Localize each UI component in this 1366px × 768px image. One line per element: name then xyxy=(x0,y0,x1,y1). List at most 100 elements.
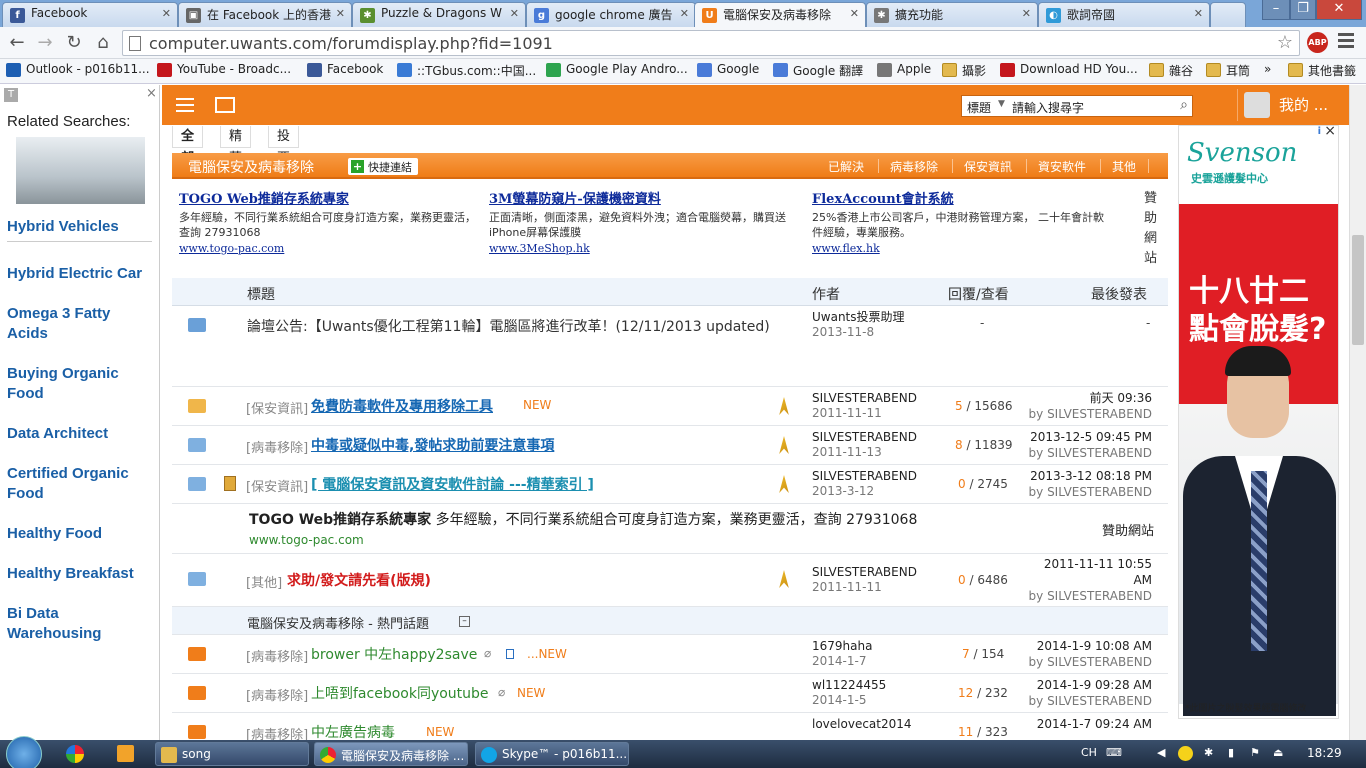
related-link-certified-organic[interactable]: Certified Organic Food xyxy=(7,464,152,504)
sponsor-title[interactable]: 3M螢幕防窺片-保護機密資料 xyxy=(489,188,789,207)
tab-facebook[interactable]: f Facebook ✕ xyxy=(2,2,178,27)
usb-icon[interactable]: ⏏ xyxy=(1273,746,1283,759)
thread-category[interactable]: [病毒移除] xyxy=(246,646,308,665)
my-account-link[interactable]: 我的 ... xyxy=(1279,94,1328,115)
thread-category[interactable]: [病毒移除] xyxy=(246,685,308,704)
search-icon[interactable]: ⌕ xyxy=(1180,97,1188,113)
close-tab-icon[interactable]: ✕ xyxy=(336,7,345,20)
quick-link-button[interactable]: + 快捷連結 xyxy=(348,158,418,175)
search-input[interactable]: 請輸入搜尋字 xyxy=(1012,99,1084,116)
restore-button[interactable]: ❐ xyxy=(1290,0,1316,20)
chrome-menu-icon[interactable] xyxy=(1338,33,1354,51)
thread-title[interactable]: 中左廣告病毒 xyxy=(311,722,395,740)
bookmarks-overflow-button[interactable]: » xyxy=(1246,62,1271,76)
related-link-hybrid-electric-car[interactable]: Hybrid Electric Car xyxy=(7,264,152,284)
thread-row[interactable]: [病毒移除] brower 中左happy2save ⌀ ...NEW 1679… xyxy=(172,635,1168,674)
inline-ad-url[interactable]: www.togo-pac.com xyxy=(249,533,364,547)
taskbar-item-song[interactable]: song xyxy=(155,742,309,766)
tab-puzzle-dragons[interactable]: ✱ Puzzle & Dragons W ✕ xyxy=(352,2,526,27)
network-icon[interactable]: ▮ xyxy=(1228,746,1234,759)
car-thumbnail[interactable] xyxy=(16,137,145,204)
new-tab-button[interactable] xyxy=(1210,2,1246,27)
adblock-icon[interactable]: ABP xyxy=(1307,32,1328,53)
tab-extensions[interactable]: ✱ 擴充功能 ✕ xyxy=(866,2,1038,27)
close-tab-icon[interactable]: ✕ xyxy=(1194,7,1203,20)
bookmark-google-translate[interactable]: Google 翻譯 xyxy=(773,62,863,79)
inline-sponsor-row[interactable]: TOGO Web推銷存系統專家 多年經驗，不同行業系統組合可度身訂造方案，業務更… xyxy=(172,504,1168,554)
bookmark-other-folder[interactable]: 其他書籤 xyxy=(1288,62,1356,79)
site-search-box[interactable]: 標題 ▼ 請輸入搜尋字 ⌕ xyxy=(961,95,1193,117)
subforum-solved[interactable]: 已解決 xyxy=(828,158,864,175)
related-link-hybrid-vehicles[interactable]: Hybrid Vehicles xyxy=(7,217,152,237)
sponsor-url[interactable]: www.togo-pac.com xyxy=(179,242,479,255)
close-tab-icon[interactable]: ✕ xyxy=(510,7,519,20)
inline-ad-title[interactable]: TOGO Web推銷存系統專家 多年經驗，不同行業系統組合可度身訂造方案，業務更… xyxy=(249,509,917,529)
tab-uwants-active[interactable]: U 電腦保安及病毒移除 ✕ xyxy=(694,2,866,27)
scrollbar-thumb[interactable] xyxy=(1352,235,1364,345)
close-tab-icon[interactable]: ✕ xyxy=(850,7,859,20)
tab-lyrics[interactable]: ◐ 歌詞帝國 ✕ xyxy=(1038,2,1210,27)
thread-row[interactable]: [病毒移除] 中毒或疑似中毒,發帖求助前要注意事項 SILVESTERABEND… xyxy=(172,426,1168,465)
home-icon[interactable]: ⌂ xyxy=(92,32,114,54)
bookmark-youtube[interactable]: YouTube - Broadc... xyxy=(157,62,291,77)
close-window-button[interactable]: ✕ xyxy=(1316,0,1362,20)
chrome-icon[interactable] xyxy=(66,745,84,763)
close-ad-icon[interactable]: × xyxy=(1324,126,1336,139)
related-link-omega3[interactable]: Omega 3 Fatty Acids xyxy=(7,304,152,344)
bookmark-google-play[interactable]: Google Play Andro... xyxy=(546,62,688,77)
address-bar[interactable]: computer.uwants.com/forumdisplay.php?fid… xyxy=(122,30,1300,56)
bookmark-tgbus[interactable]: ::TGbus.com::中国... xyxy=(397,62,536,79)
subforum-virus-removal[interactable]: 病毒移除 xyxy=(890,158,938,175)
subforum-security-info[interactable]: 保安資訊 xyxy=(964,158,1012,175)
related-link-data-architect[interactable]: Data Architect xyxy=(7,424,152,444)
hamburger-menu-icon[interactable] xyxy=(176,98,194,112)
thread-title[interactable]: 中毒或疑似中毒,發帖求助前要注意事項 xyxy=(311,435,554,455)
bookmark-star-icon[interactable]: ☆ xyxy=(1277,32,1293,53)
subforum-other[interactable]: 其他 xyxy=(1112,158,1136,175)
related-link-healthy-food[interactable]: Healthy Food xyxy=(7,524,152,544)
close-tab-icon[interactable]: ✕ xyxy=(680,7,689,20)
collapse-icon[interactable]: – xyxy=(459,616,470,627)
thread-category[interactable]: [保安資訊] xyxy=(246,398,308,417)
bluetooth-icon[interactable]: ✱ xyxy=(1204,746,1213,759)
close-tab-icon[interactable]: ✕ xyxy=(1022,7,1031,20)
thread-row[interactable]: [病毒移除] 中左廣告病毒 NEW lovelovecat2014 11 / 3… xyxy=(172,713,1168,740)
svenson-ad[interactable]: i × Svenson 史雲遜護髮中心 十八廿二 點會脫髮? *此圖片之脫髮效果… xyxy=(1178,125,1339,719)
language-indicator[interactable]: CH xyxy=(1081,746,1097,759)
thread-row[interactable]: [保安資訊] [ 電腦保安資訊及資安軟件討論 ---精華索引 ] SILVEST… xyxy=(172,465,1168,504)
keyboard-icon[interactable]: ⌨ xyxy=(1106,746,1122,759)
close-tab-icon[interactable]: ✕ xyxy=(162,7,171,20)
thread-category[interactable]: [病毒移除] xyxy=(246,724,308,740)
sponsor-title[interactable]: FlexAccount會計系統 xyxy=(812,188,1112,207)
thread-row[interactable]: [病毒移除] 上唔到facebook同youtube ⌀ NEW wl11224… xyxy=(172,674,1168,713)
bookmark-apple[interactable]: Apple xyxy=(877,62,931,77)
related-link-healthy-breakfast[interactable]: Healthy Breakfast xyxy=(7,564,152,584)
thread-title[interactable]: 上唔到facebook同youtube xyxy=(311,683,489,703)
related-link-bi-data[interactable]: Bi Data Warehousing xyxy=(7,604,152,644)
ad-info-icon[interactable]: i xyxy=(1318,126,1321,137)
filter-digest[interactable]: 精華 xyxy=(220,126,252,166)
flag-icon[interactable]: ⚑ xyxy=(1250,746,1260,759)
forward-icon[interactable]: → xyxy=(34,32,56,54)
thread-title[interactable]: [ 電腦保安資訊及資安軟件討論 ---精華索引 ] xyxy=(311,474,594,494)
filter-all[interactable]: 全部 xyxy=(172,126,204,166)
bookmark-folder-photo[interactable]: 攝影 xyxy=(942,62,986,79)
subforum-security-software[interactable]: 資安軟件 xyxy=(1038,158,1086,175)
clock[interactable]: 18:29 xyxy=(1307,746,1342,760)
sponsor-url[interactable]: www.flex.hk xyxy=(812,242,1112,255)
window-toggle-icon[interactable] xyxy=(215,97,235,113)
taskbar-item-chrome[interactable]: 電腦保安及病毒移除 ... xyxy=(314,742,468,766)
thread-title[interactable]: brower 中左happy2save xyxy=(311,644,477,664)
thread-category[interactable]: [病毒移除] xyxy=(246,437,308,456)
media-player-icon[interactable] xyxy=(117,745,134,762)
bookmark-outlook[interactable]: Outlook - p016b11... xyxy=(6,62,150,77)
close-panel-icon[interactable]: × xyxy=(146,86,157,101)
bookmark-google[interactable]: Google xyxy=(697,62,759,77)
tray-app-icon[interactable] xyxy=(1178,746,1193,761)
related-link-organic-food[interactable]: Buying Organic Food xyxy=(7,364,152,404)
start-button[interactable] xyxy=(6,736,42,768)
taskbar-item-skype[interactable]: Skype™ - p016b11... xyxy=(475,742,629,766)
thread-category[interactable]: [其他] xyxy=(246,572,282,591)
back-icon[interactable]: ← xyxy=(6,32,28,54)
bookmark-facebook[interactable]: Facebook xyxy=(307,62,383,77)
